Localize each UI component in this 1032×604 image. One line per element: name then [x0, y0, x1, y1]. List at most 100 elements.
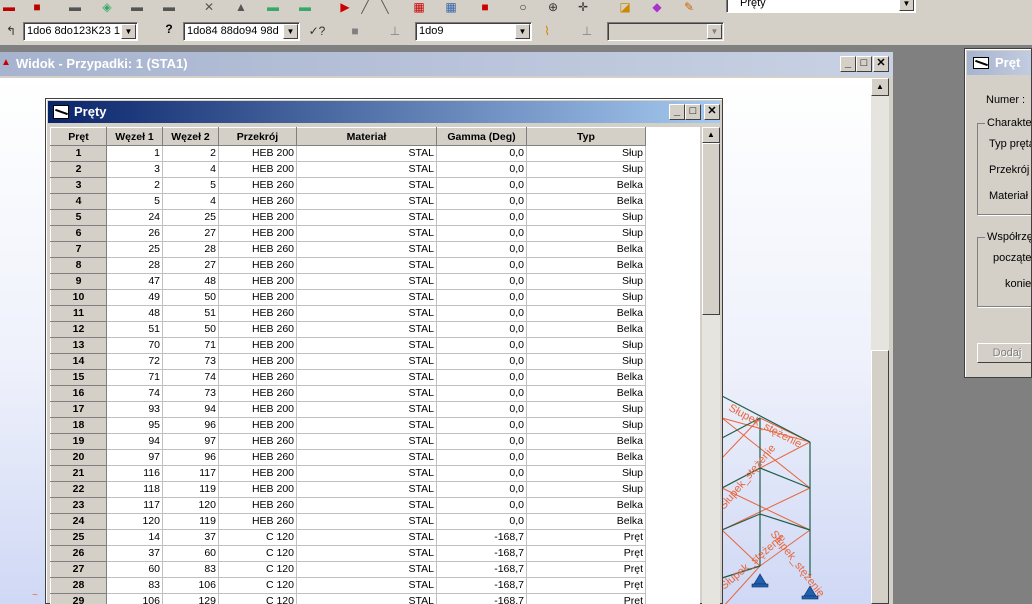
table-row[interactable]: 28 83 106 C 120 STAL -168,7 Pręt: [50, 577, 646, 594]
table-cell[interactable]: Słup: [526, 465, 646, 482]
table-cell[interactable]: 0,0: [436, 289, 527, 306]
table-cell[interactable]: 24: [106, 209, 163, 226]
scroll-up-button[interactable]: ▲: [702, 127, 720, 143]
table-cell[interactable]: STAL: [296, 385, 437, 402]
table-cell[interactable]: STAL: [296, 449, 437, 466]
row-header-cell[interactable]: 17: [50, 401, 107, 418]
table-cell[interactable]: 0,0: [436, 449, 527, 466]
table-cell[interactable]: 4: [162, 161, 219, 178]
row-header-cell[interactable]: 9: [50, 273, 107, 290]
table-row[interactable]: 4 5 4 HEB 260 STAL 0,0 Belka: [50, 193, 646, 210]
scroll-thumb[interactable]: [871, 350, 889, 604]
table-cell[interactable]: 83: [162, 561, 219, 578]
table-cell[interactable]: STAL: [296, 417, 437, 434]
tool-icon[interactable]: ◪: [616, 0, 634, 14]
table-cell[interactable]: 119: [162, 481, 219, 498]
row-header-cell[interactable]: 27: [50, 561, 107, 578]
table-row[interactable]: 1 1 2 HEB 200 STAL 0,0 Słup: [50, 145, 646, 162]
zoom-icon[interactable]: ○: [514, 0, 532, 14]
column-header[interactable]: Przekrój: [218, 127, 297, 146]
table-row[interactable]: 27 60 83 C 120 STAL -168,7 Pręt: [50, 561, 646, 578]
table-row[interactable]: 14 72 73 HEB 200 STAL 0,0 Słup: [50, 353, 646, 370]
table-cell[interactable]: 37: [162, 529, 219, 546]
table-cell[interactable]: HEB 200: [218, 145, 297, 162]
table-cell[interactable]: Belka: [526, 177, 646, 194]
table-cell[interactable]: 14: [106, 529, 163, 546]
row-header-cell[interactable]: 7: [50, 241, 107, 258]
table-cell[interactable]: Słup: [526, 161, 646, 178]
table-cell[interactable]: 106: [106, 593, 163, 604]
node-select-icon[interactable]: ↰: [2, 24, 20, 38]
table-cell[interactable]: STAL: [296, 513, 437, 530]
table-cell[interactable]: HEB 260: [218, 305, 297, 322]
table-cell[interactable]: 0,0: [436, 193, 527, 210]
table-cell[interactable]: HEB 260: [218, 257, 297, 274]
table-row[interactable]: 17 93 94 HEB 200 STAL 0,0 Słup: [50, 401, 646, 418]
table-cell[interactable]: 50: [162, 321, 219, 338]
bars-title-bar[interactable]: Pręty _ □ ✕: [48, 101, 720, 123]
table-cell[interactable]: HEB 200: [218, 465, 297, 482]
table-cell[interactable]: 0,0: [436, 321, 527, 338]
row-header-cell[interactable]: 8: [50, 257, 107, 274]
table-cell[interactable]: C 120: [218, 529, 297, 546]
tool-icon[interactable]: ▬: [160, 0, 178, 14]
table-cell[interactable]: 2: [162, 145, 219, 162]
table-cell[interactable]: 25: [162, 209, 219, 226]
row-header-cell[interactable]: 22: [50, 481, 107, 498]
row-header-cell[interactable]: 20: [50, 449, 107, 466]
table-cell[interactable]: STAL: [296, 193, 437, 210]
table-cell[interactable]: 0,0: [436, 353, 527, 370]
table-row[interactable]: 19 94 97 HEB 260 STAL 0,0 Belka: [50, 433, 646, 450]
table-cell[interactable]: Belka: [526, 193, 646, 210]
row-header-cell[interactable]: 11: [50, 305, 107, 322]
table-cell[interactable]: 4: [162, 193, 219, 210]
row-header-cell[interactable]: 13: [50, 337, 107, 354]
table-cell[interactable]: 117: [106, 497, 163, 514]
table-cell[interactable]: 97: [162, 433, 219, 450]
table-cell[interactable]: Słup: [526, 417, 646, 434]
table-cell[interactable]: Słup: [526, 289, 646, 306]
table-cell[interactable]: STAL: [296, 577, 437, 594]
table-cell[interactable]: Pręt: [526, 593, 646, 604]
table-cell[interactable]: STAL: [296, 337, 437, 354]
minimize-button[interactable]: _: [669, 104, 685, 120]
table-cell[interactable]: 0,0: [436, 465, 527, 482]
row-header-cell[interactable]: 3: [50, 177, 107, 194]
table-cell[interactable]: 117: [162, 465, 219, 482]
table-cell[interactable]: STAL: [296, 161, 437, 178]
table-cell[interactable]: 0,0: [436, 209, 527, 226]
table-cell[interactable]: Belka: [526, 305, 646, 322]
table-cell[interactable]: 51: [106, 321, 163, 338]
chevron-down-icon[interactable]: ▼: [283, 24, 298, 39]
table-cell[interactable]: 73: [162, 353, 219, 370]
table-icon[interactable]: ▦: [442, 0, 460, 14]
column-header[interactable]: Węzeł 2: [162, 127, 219, 146]
table-cell[interactable]: HEB 260: [218, 497, 297, 514]
table-row[interactable]: 25 14 37 C 120 STAL -168,7 Pręt: [50, 529, 646, 546]
column-header[interactable]: Gamma (Deg): [436, 127, 527, 146]
table-row[interactable]: 23 117 120 HEB 260 STAL 0,0 Belka: [50, 497, 646, 514]
table-cell[interactable]: STAL: [296, 273, 437, 290]
table-cell[interactable]: 72: [106, 353, 163, 370]
table-cell[interactable]: HEB 200: [218, 273, 297, 290]
table-cell[interactable]: STAL: [296, 481, 437, 498]
scroll-up-button[interactable]: ▲: [871, 78, 889, 96]
table-cell[interactable]: Słup: [526, 225, 646, 242]
table-cell[interactable]: 96: [162, 417, 219, 434]
row-header-cell[interactable]: 26: [50, 545, 107, 562]
tool-icon[interactable]: ▬: [264, 0, 282, 14]
prop-title-bar[interactable]: Pręt: [967, 51, 1031, 75]
table-cell[interactable]: Słup: [526, 209, 646, 226]
table-cell[interactable]: STAL: [296, 289, 437, 306]
row-header-cell[interactable]: 5: [50, 209, 107, 226]
close-button[interactable]: ✕: [704, 104, 720, 120]
table-row[interactable]: 9 47 48 HEB 200 STAL 0,0 Słup: [50, 273, 646, 290]
table-cell[interactable]: -168,7: [436, 593, 527, 604]
table-row[interactable]: 18 95 96 HEB 200 STAL 0,0 Słup: [50, 417, 646, 434]
bar-select-icon[interactable]: ?: [160, 22, 178, 36]
table-cell[interactable]: 48: [162, 273, 219, 290]
table-cell[interactable]: Belka: [526, 497, 646, 514]
table-cell[interactable]: -168,7: [436, 529, 527, 546]
tool-icon[interactable]: ▬: [66, 0, 84, 14]
node-selection-combo[interactable]: 1do6 8do123K23 1 ▼: [23, 22, 138, 41]
